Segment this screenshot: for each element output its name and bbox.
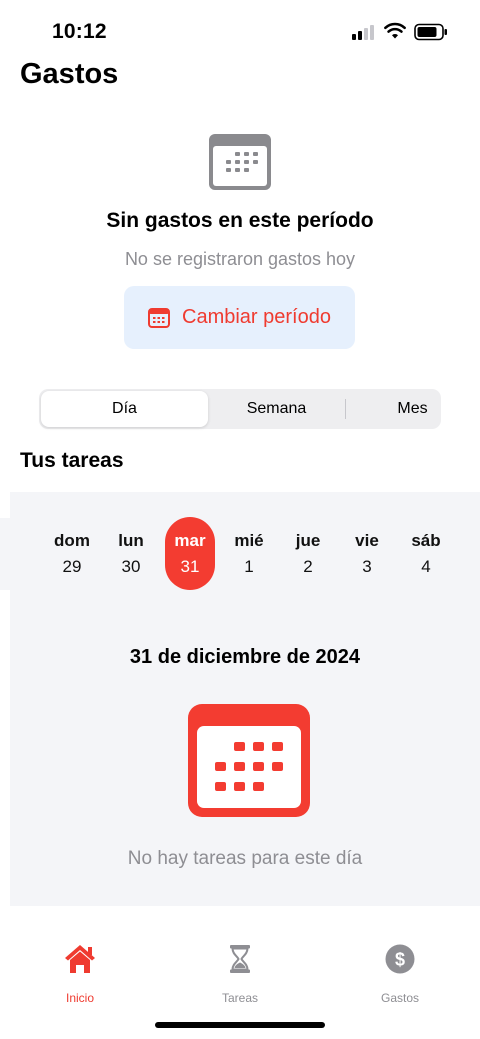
day-monday[interactable]: lun 30 xyxy=(106,517,156,590)
day-number: 31 xyxy=(180,557,200,576)
day-name: jue xyxy=(295,531,321,550)
dollar-circle-icon: $ xyxy=(385,944,415,974)
week-strip-edge xyxy=(0,518,10,590)
day-name: dom xyxy=(54,531,90,550)
empty-state-title: Sin gastos en este período xyxy=(106,209,374,232)
tab-inicio[interactable]: Inicio xyxy=(35,942,125,1005)
day-wednesday[interactable]: mié 1 xyxy=(224,517,274,590)
day-thursday[interactable]: jue 2 xyxy=(283,517,333,590)
cellular-signal-icon xyxy=(352,24,376,40)
empty-state-subtitle: No se registraron gastos hoy xyxy=(124,249,356,269)
svg-text:$: $ xyxy=(395,950,405,970)
day-saturday[interactable]: sáb 4 xyxy=(401,517,451,590)
day-number: 3 xyxy=(362,557,372,576)
selected-date-heading: 31 de diciembre de 2024 xyxy=(129,646,361,668)
day-sunday[interactable]: dom 29 xyxy=(47,517,97,590)
day-number: 29 xyxy=(62,557,82,576)
hourglass-icon xyxy=(230,945,250,973)
day-tuesday-selected[interactable]: mar 31 xyxy=(165,517,215,590)
page-title: Gastos xyxy=(20,58,119,90)
no-tasks-message: No hay tareas para este día xyxy=(127,848,363,869)
battery-icon xyxy=(414,23,447,41)
wifi-icon xyxy=(384,22,406,39)
calendar-icon xyxy=(188,704,310,817)
segment-week[interactable]: Semana xyxy=(208,391,345,427)
day-number: 2 xyxy=(303,557,313,576)
status-time: 10:12 xyxy=(52,20,107,43)
home-indicator xyxy=(155,1022,325,1028)
calendar-icon xyxy=(148,307,171,328)
house-icon xyxy=(65,945,95,973)
day-number: 1 xyxy=(244,557,254,576)
day-name: mié xyxy=(234,531,264,550)
day-number: 4 xyxy=(421,557,431,576)
segment-day[interactable]: Día xyxy=(41,391,208,427)
calendar-icon xyxy=(209,134,271,190)
tasks-section-title: Tus tareas xyxy=(20,449,124,472)
change-period-button[interactable]: Cambiar período xyxy=(124,286,355,349)
day-friday[interactable]: vie 3 xyxy=(342,517,392,590)
day-name: lun xyxy=(118,531,144,550)
tab-gastos[interactable]: $ Gastos xyxy=(355,942,445,1005)
tab-label: Tareas xyxy=(221,991,259,1005)
tab-label: Gastos xyxy=(380,991,419,1005)
tab-tareas[interactable]: Tareas xyxy=(195,942,285,1005)
day-number: 30 xyxy=(121,557,141,576)
segment-month[interactable]: Mes xyxy=(346,391,479,427)
status-bar: 10:12 xyxy=(0,0,480,60)
day-name: mar xyxy=(174,531,206,550)
period-segmented-control: Día Semana Mes xyxy=(39,389,441,429)
change-period-label: Cambiar período xyxy=(182,306,331,328)
day-name: vie xyxy=(355,531,379,550)
day-name: sáb xyxy=(411,531,441,550)
tab-label: Inicio xyxy=(65,991,94,1005)
